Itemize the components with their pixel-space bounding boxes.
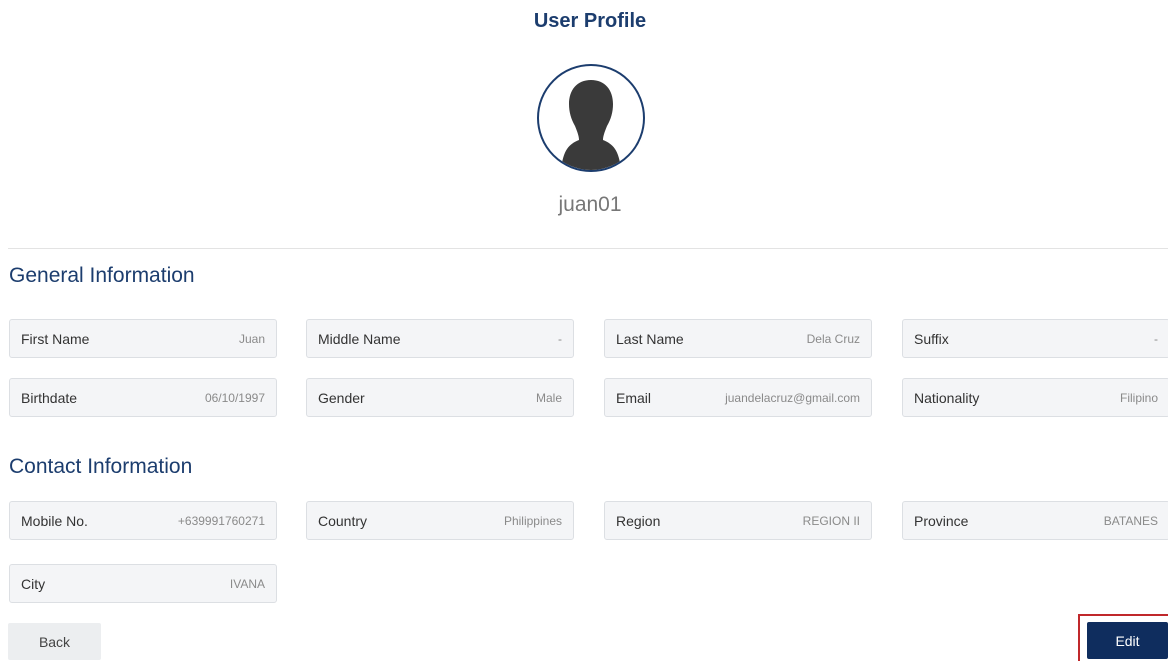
email-field: Email juandelacruz@gmail.com	[604, 378, 872, 417]
back-button[interactable]: Back	[8, 623, 101, 660]
field-value: Dela Cruz	[806, 331, 860, 346]
field-value: REGION II	[802, 513, 860, 528]
field-value: Juan	[238, 331, 265, 346]
general-information-title: General Information	[9, 264, 195, 287]
field-label: Suffix	[914, 330, 949, 347]
field-label: Nationality	[914, 389, 980, 406]
field-label: Last Name	[616, 330, 684, 347]
field-value: juandelacruz@gmail.com	[725, 390, 860, 405]
field-value: IVANA	[229, 576, 265, 591]
province-field: Province BATANES	[902, 501, 1168, 540]
suffix-field: Suffix -	[902, 319, 1168, 358]
mobile-number-field: Mobile No. +639991760271	[9, 501, 277, 540]
field-label: Province	[914, 512, 969, 529]
field-label: Middle Name	[318, 330, 401, 347]
region-field: Region REGION II	[604, 501, 872, 540]
field-label: Gender	[318, 389, 365, 406]
username: juan01	[558, 193, 622, 216]
contact-information-title: Contact Information	[9, 455, 193, 478]
user-silhouette-icon	[561, 80, 621, 170]
city-field: City IVANA	[9, 564, 277, 603]
gender-field: Gender Male	[306, 378, 574, 417]
field-label: First Name	[21, 330, 90, 347]
field-value: Philippines	[503, 513, 562, 528]
nationality-field: Nationality Filipino	[902, 378, 1168, 417]
field-label: Region	[616, 512, 661, 529]
field-value: Male	[535, 390, 562, 405]
field-label: Email	[616, 389, 652, 406]
field-label: Mobile No.	[21, 512, 88, 529]
page-title: User Profile	[533, 10, 647, 32]
country-field: Country Philippines	[306, 501, 574, 540]
birthdate-field: Birthdate 06/10/1997	[9, 378, 277, 417]
avatar	[537, 64, 645, 172]
divider	[8, 248, 1168, 249]
field-label: Country	[318, 512, 368, 529]
field-value: +639991760271	[177, 513, 265, 528]
first-name-field: First Name Juan	[9, 319, 277, 358]
field-value: -	[558, 331, 562, 346]
field-value: 06/10/1997	[204, 390, 265, 405]
field-value: BATANES	[1103, 513, 1158, 528]
edit-button[interactable]: Edit	[1087, 622, 1168, 659]
field-value: Filipino	[1119, 390, 1158, 405]
field-label: City	[21, 575, 46, 592]
field-label: Birthdate	[21, 389, 78, 406]
middle-name-field: Middle Name -	[306, 319, 574, 358]
last-name-field: Last Name Dela Cruz	[604, 319, 872, 358]
field-value: -	[1154, 331, 1158, 346]
